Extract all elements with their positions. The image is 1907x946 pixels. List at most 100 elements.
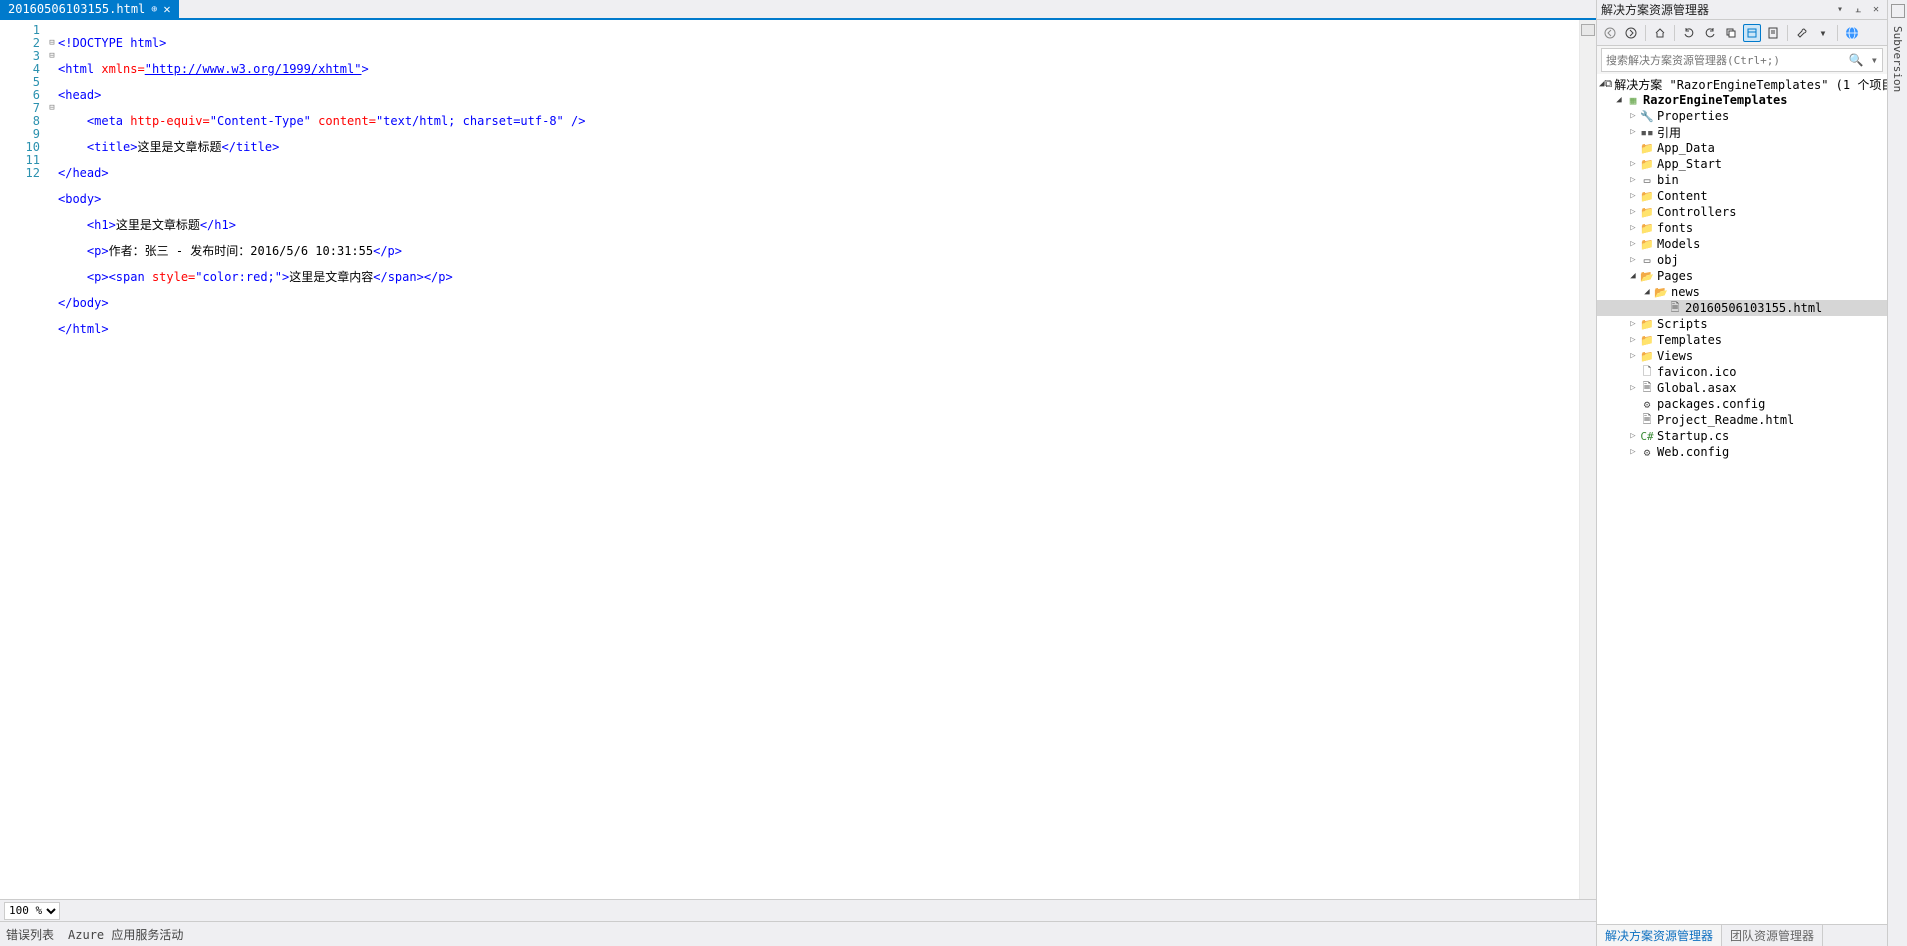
line-gutter: 123456789101112 [0, 20, 46, 899]
expand-icon[interactable] [1627, 159, 1639, 169]
folder-icon: 📁 [1639, 157, 1655, 171]
tab-team-explorer[interactable]: 团队资源管理器 [1722, 925, 1823, 946]
azure-tab[interactable]: Azure 应用服务活动 [68, 926, 183, 943]
tree-item-html-file[interactable]: 🗎20160506103155.html [1597, 300, 1887, 316]
fold-column[interactable]: ⊟ ⊟ ⊟ [46, 20, 58, 899]
pin-icon[interactable]: ⊕ [151, 4, 157, 15]
solution-node[interactable]: ⧉ 解决方案 "RazorEngineTemplates" (1 个项目) [1597, 76, 1887, 92]
code-content[interactable]: <!DOCTYPE html> <html xmlns="http://www.… [58, 20, 1579, 899]
expand-icon[interactable] [1627, 431, 1639, 441]
expand-icon[interactable] [1627, 447, 1639, 457]
collapse-all-icon[interactable] [1722, 24, 1740, 42]
vertical-scrollbar[interactable]: ▴ [1579, 20, 1596, 899]
globe-icon[interactable] [1843, 24, 1861, 42]
tree-item-folder[interactable]: 📁Templates [1597, 332, 1887, 348]
home-icon[interactable] [1651, 24, 1669, 42]
search-box[interactable]: 🔍 ▾ [1601, 48, 1883, 72]
expand-icon[interactable] [1641, 287, 1653, 297]
back-icon[interactable] [1601, 24, 1619, 42]
right-side-strip: Subversion [1887, 0, 1907, 946]
expand-icon[interactable] [1627, 319, 1639, 329]
tree-item-file[interactable]: 🗎Global.asax [1597, 380, 1887, 396]
error-list-tab[interactable]: 错误列表 [6, 926, 54, 943]
tab-label: 20160506103155.html [8, 2, 145, 16]
expand-icon[interactable] [1627, 383, 1639, 393]
expand-icon[interactable] [1627, 207, 1639, 217]
side-box-icon[interactable] [1891, 4, 1905, 18]
tree-item-news[interactable]: 📂news [1597, 284, 1887, 300]
wrench-icon[interactable] [1793, 24, 1811, 42]
tree-item-file[interactable]: 🗋favicon.ico [1597, 364, 1887, 380]
tree-item-folder[interactable]: 📁App_Data [1597, 140, 1887, 156]
tree-item-folder[interactable]: 📁Scripts [1597, 316, 1887, 332]
tree-item-pages[interactable]: 📂Pages [1597, 268, 1887, 284]
expand-icon[interactable] [1627, 175, 1639, 185]
tree-item-file[interactable]: ⚙Web.config [1597, 444, 1887, 460]
tree-item-folder[interactable]: 📁Controllers [1597, 204, 1887, 220]
tree-item-file[interactable]: ⚙packages.config [1597, 396, 1887, 412]
config-icon: ⚙ [1639, 397, 1655, 411]
folder-icon: 📁 [1639, 189, 1655, 203]
code-line: <!DOCTYPE html> [58, 36, 166, 50]
tree-item-properties[interactable]: 🔧Properties [1597, 108, 1887, 124]
expand-icon[interactable] [1627, 351, 1639, 361]
tab-bar: 20160506103155.html ⊕ ✕ [0, 0, 1596, 20]
bottom-tool-tabs: 错误列表 Azure 应用服务活动 [0, 921, 1596, 946]
tree-item-folder[interactable]: 📁App_Start [1597, 156, 1887, 172]
asax-icon: 🗎 [1639, 381, 1655, 395]
expand-icon[interactable] [1613, 95, 1625, 105]
tree-item-folder[interactable]: 📁Content [1597, 188, 1887, 204]
tree-item-folder[interactable]: 📁Models [1597, 236, 1887, 252]
search-icon[interactable]: 🔍 ▾ [1849, 53, 1878, 67]
tree-item-folder[interactable]: 📁Views [1597, 348, 1887, 364]
search-input[interactable] [1606, 54, 1849, 67]
pin-icon[interactable]: ⫠ [1851, 3, 1865, 17]
folder-icon: 📁 [1639, 205, 1655, 219]
explorer-toolbar: ▾ [1597, 20, 1887, 46]
folder-open-icon: 📂 [1639, 269, 1655, 283]
tree-item-folder[interactable]: 📁fonts [1597, 220, 1887, 236]
wrench-dropdown-icon[interactable]: ▾ [1814, 24, 1832, 42]
sync-icon[interactable] [1680, 24, 1698, 42]
properties-icon[interactable] [1764, 24, 1782, 42]
folder-icon: 📁 [1639, 237, 1655, 251]
solution-icon: ⧉ [1604, 77, 1612, 91]
dropdown-icon[interactable]: ▾ [1833, 3, 1847, 17]
expand-icon[interactable] [1627, 111, 1639, 121]
tree-item-folder[interactable]: ▭bin [1597, 172, 1887, 188]
project-node[interactable]: ▦ RazorEngineTemplates [1597, 92, 1887, 108]
folder-icon: 📁 [1639, 333, 1655, 347]
expand-icon[interactable] [1627, 239, 1639, 249]
folder-icon: 📁 [1639, 317, 1655, 331]
close-icon[interactable]: ✕ [163, 2, 170, 16]
explorer-bottom-tabs: 解决方案资源管理器 团队资源管理器 [1597, 924, 1887, 946]
tree-item-file[interactable]: C#Startup.cs [1597, 428, 1887, 444]
expand-icon[interactable] [1627, 271, 1639, 281]
expand-icon[interactable] [1627, 255, 1639, 265]
close-icon[interactable]: ✕ [1869, 3, 1883, 17]
file-tab[interactable]: 20160506103155.html ⊕ ✕ [0, 0, 179, 18]
expand-icon[interactable] [1627, 335, 1639, 345]
folder-ghost-icon: ▭ [1639, 173, 1655, 187]
solution-tree[interactable]: ⧉ 解决方案 "RazorEngineTemplates" (1 个项目) ▦ … [1597, 74, 1887, 924]
tab-solution-explorer[interactable]: 解决方案资源管理器 [1597, 925, 1722, 946]
expand-icon[interactable] [1627, 191, 1639, 201]
expand-icon[interactable] [1627, 127, 1639, 137]
zoom-select[interactable]: 100 % [4, 902, 60, 920]
tree-item-references[interactable]: ▪▪引用 [1597, 124, 1887, 140]
folder-icon: 📁 [1639, 221, 1655, 235]
subversion-tab[interactable]: Subversion [1890, 20, 1905, 98]
panel-title: 解决方案资源管理器 [1601, 1, 1829, 18]
split-handle-icon[interactable] [1581, 24, 1595, 36]
refresh-icon[interactable] [1701, 24, 1719, 42]
expand-icon[interactable] [1627, 223, 1639, 233]
project-icon: ▦ [1625, 93, 1641, 107]
zoom-bar: 100 % [0, 899, 1596, 921]
folder-icon: 📁 [1639, 349, 1655, 363]
tree-item-file[interactable]: 🗎Project_Readme.html [1597, 412, 1887, 428]
show-all-files-icon[interactable] [1743, 24, 1761, 42]
tree-item-folder[interactable]: ▭obj [1597, 252, 1887, 268]
code-editor[interactable]: 123456789101112 ⊟ ⊟ ⊟ <!DOCTYPE html> <h… [0, 20, 1596, 899]
folder-icon: 📁 [1639, 141, 1655, 155]
forward-icon[interactable] [1622, 24, 1640, 42]
